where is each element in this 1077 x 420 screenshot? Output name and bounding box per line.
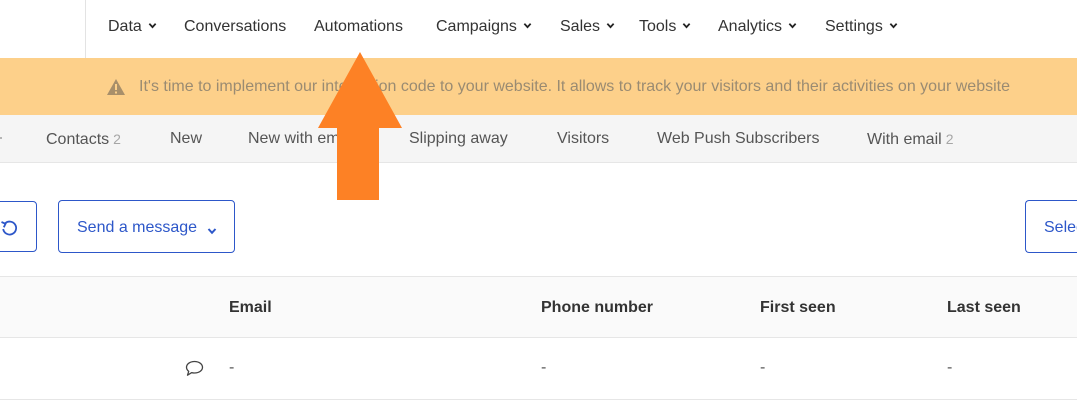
- tab-label: Contacts: [46, 131, 110, 148]
- select-label: Select: [1044, 219, 1077, 236]
- contacts-table-header: Email Phone number First seen Last seen: [0, 276, 1077, 338]
- tab-label: New with email: [248, 130, 356, 147]
- nav-item-campaigns[interactable]: Campaigns: [436, 17, 532, 37]
- column-header-email[interactable]: Email: [229, 298, 272, 318]
- tab-label: With email: [867, 131, 942, 148]
- nav-item-analytics[interactable]: Analytics: [718, 17, 797, 37]
- nav-divider: [85, 0, 86, 58]
- top-navigation: Data Conversations Automations Campaigns…: [0, 0, 1077, 58]
- segment-tabs: Contacts 2 New New with email Slipping aw…: [0, 115, 1077, 163]
- cell-last-seen: -: [947, 359, 953, 376]
- tab-new-with-email[interactable]: New with email: [248, 129, 356, 149]
- cell-email: -: [229, 359, 235, 376]
- nav-item-label: Campaigns: [436, 18, 517, 35]
- chevron-down-icon: [889, 21, 898, 30]
- tab-slipping-away[interactable]: Slipping away: [409, 129, 508, 149]
- nav-item-label: Tools: [639, 18, 677, 35]
- tab-label: Web Push Subscribers: [657, 130, 820, 147]
- cell-first-seen: -: [760, 359, 766, 376]
- refresh-button[interactable]: [0, 201, 37, 252]
- refresh-icon: [0, 218, 19, 238]
- chevron-down-icon: [606, 21, 615, 30]
- tab-count: 2: [945, 131, 954, 147]
- column-header-first-seen[interactable]: First seen: [760, 298, 836, 318]
- nav-item-label: Analytics: [718, 18, 783, 35]
- table-row[interactable]: - - - -: [0, 338, 1077, 400]
- cell-phone-number: -: [541, 359, 547, 376]
- tab-visitors[interactable]: Visitors: [557, 129, 609, 149]
- tab-label: New: [170, 130, 203, 147]
- chevron-down-icon: [148, 21, 157, 30]
- chevron-down-icon: [788, 21, 797, 30]
- tab-web-push-subscribers[interactable]: Web Push Subscribers: [657, 129, 819, 149]
- tab-new[interactable]: New: [170, 129, 202, 149]
- nav-item-label: Sales: [560, 18, 601, 35]
- tab-contacts[interactable]: Contacts 2: [46, 129, 121, 150]
- send-message-button[interactable]: Send a message: [58, 200, 235, 253]
- chevron-down-icon: [682, 21, 691, 30]
- warning-triangle-icon: [106, 78, 126, 96]
- nav-item-label: Settings: [825, 18, 883, 35]
- chevron-down-icon: [207, 223, 217, 235]
- nav-item-sales[interactable]: Sales: [560, 17, 615, 37]
- chat-bubble-icon[interactable]: [185, 360, 204, 377]
- select-button[interactable]: Select: [1025, 200, 1077, 253]
- column-header-last-seen[interactable]: Last seen: [947, 298, 1021, 318]
- tab-label: Slipping away: [409, 130, 508, 147]
- nav-item-label: Conversations: [184, 18, 287, 35]
- nav-item-data[interactable]: Data: [108, 17, 157, 37]
- send-message-label: Send a message: [77, 219, 198, 236]
- banner-message: It's time to implement our integration c…: [139, 78, 1010, 95]
- nav-item-label: Automations: [314, 18, 403, 35]
- tab-count: 2: [113, 131, 121, 147]
- nav-item-conversations[interactable]: Conversations: [184, 17, 286, 37]
- tab-overflow-indicator: [0, 137, 2, 139]
- column-header-phone-number[interactable]: Phone number: [541, 298, 653, 318]
- tab-with-email[interactable]: With email 2: [867, 129, 953, 150]
- nav-item-settings[interactable]: Settings: [825, 17, 898, 37]
- nav-item-label: Data: [108, 18, 142, 35]
- integration-warning-banner: It's time to implement our integration c…: [0, 58, 1077, 115]
- nav-item-automations[interactable]: Automations: [314, 17, 403, 37]
- chevron-down-icon: [523, 21, 532, 30]
- nav-item-tools[interactable]: Tools: [639, 17, 691, 37]
- tab-label: Visitors: [557, 130, 610, 147]
